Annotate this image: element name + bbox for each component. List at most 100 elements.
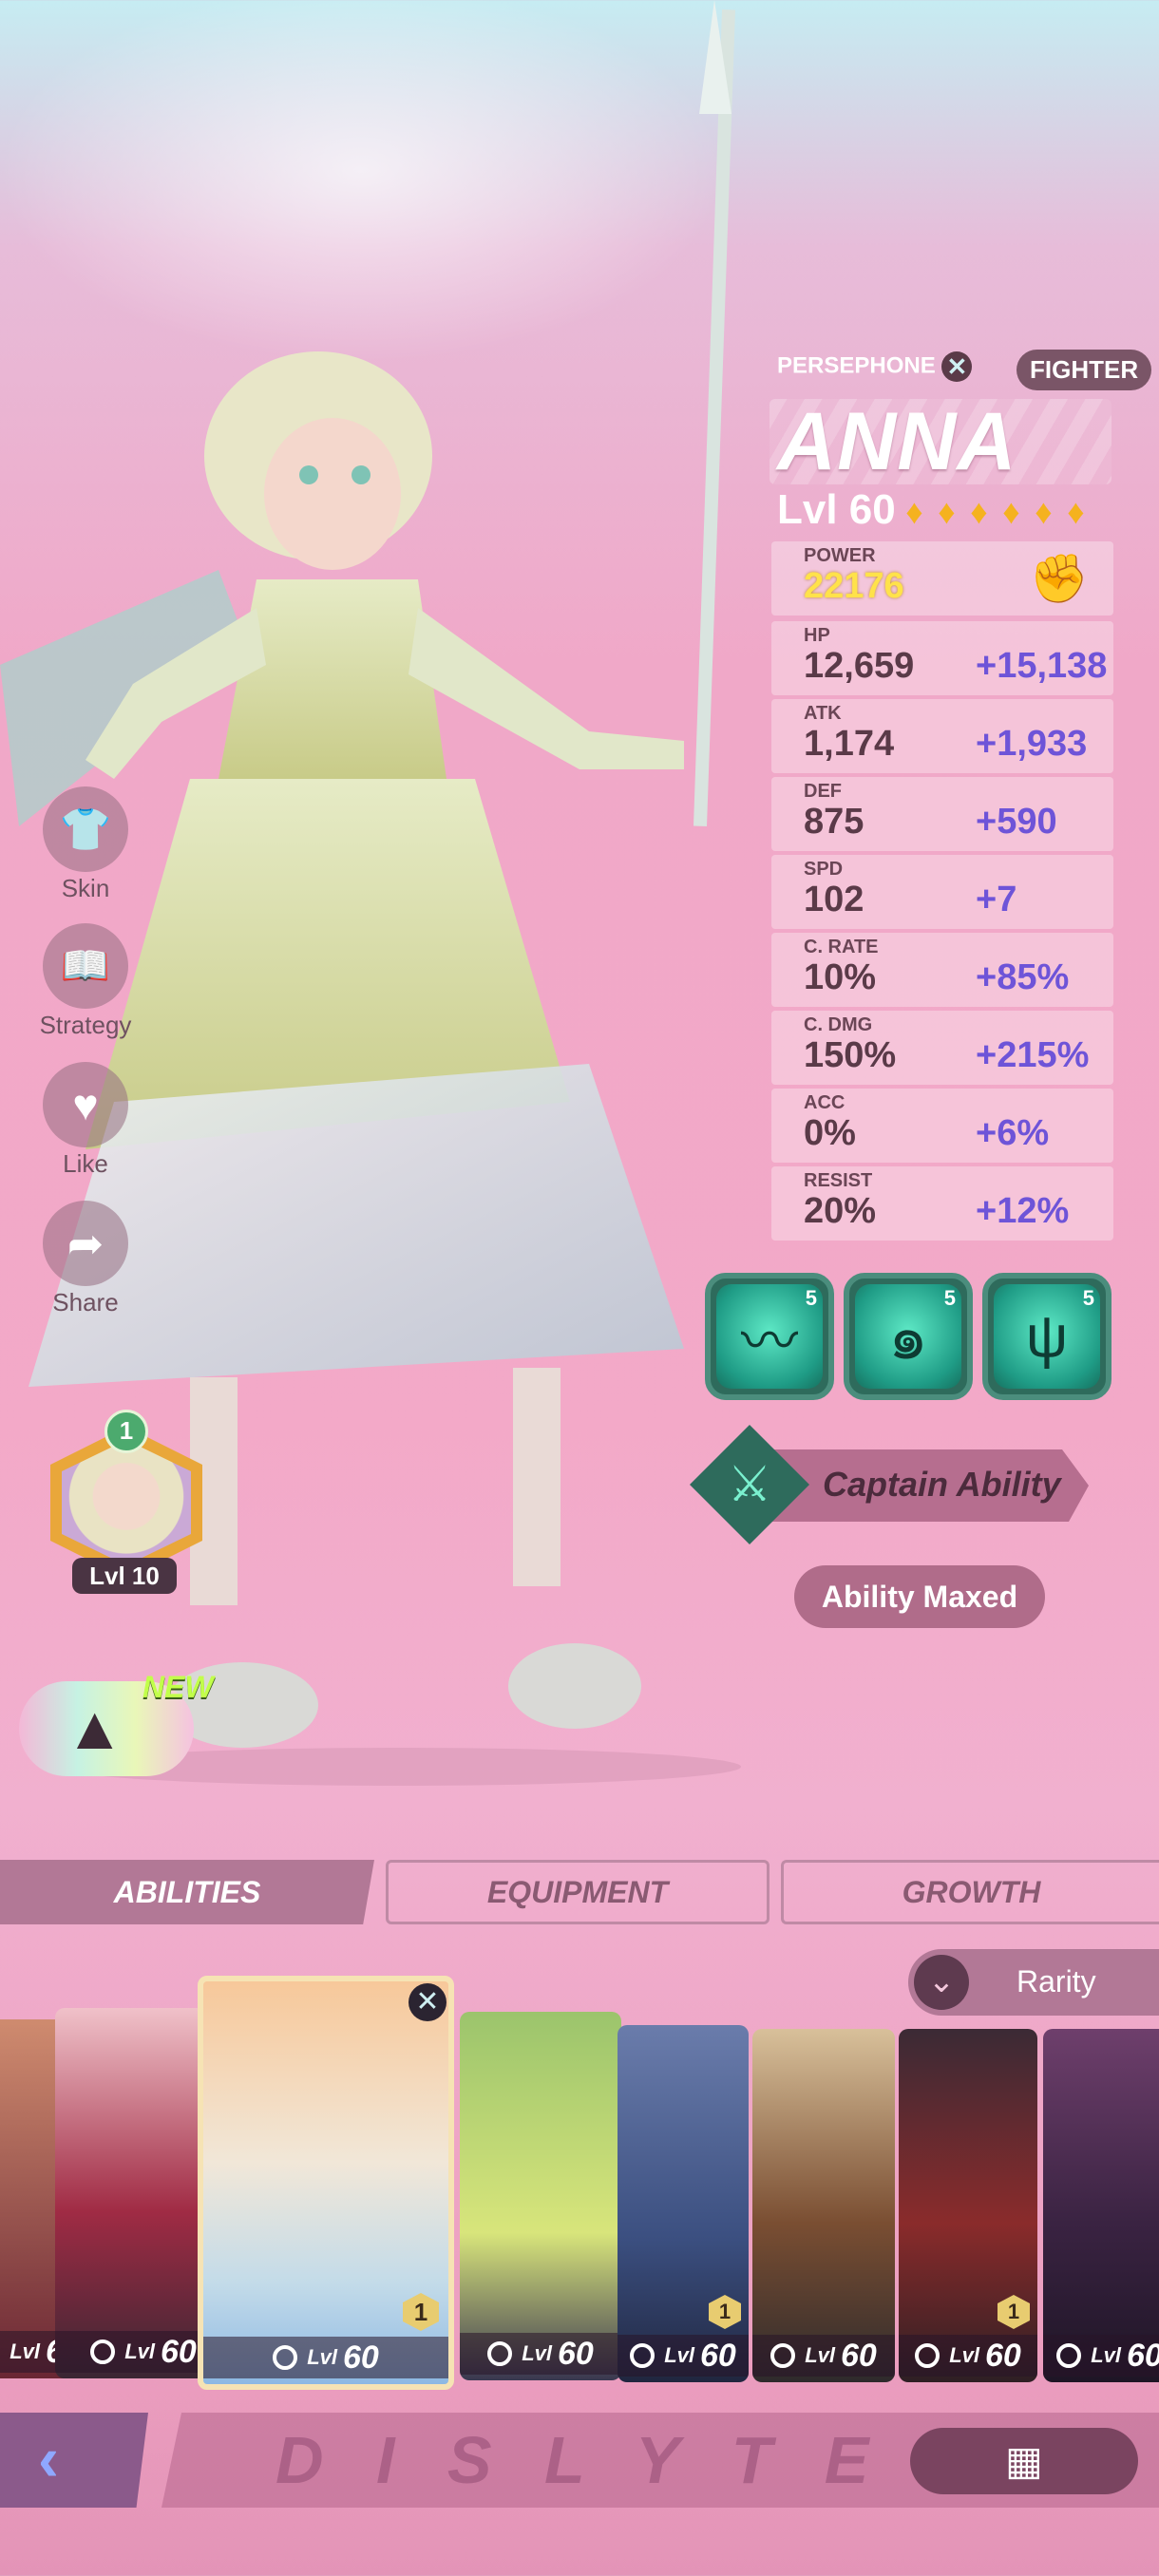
roster-card[interactable]: Lvl60 <box>1043 2029 1159 2382</box>
stat-row-hp: HP 12,659 +15,138 <box>771 621 1113 695</box>
tab-equipment[interactable]: EQUIPMENT <box>386 1860 770 1924</box>
stat-bonus: +12% <box>976 1191 1070 1231</box>
gear-icon <box>630 2343 656 2368</box>
sword-icon: ⚔ <box>690 1425 809 1544</box>
tab-growth[interactable]: GROWTH <box>781 1860 1159 1924</box>
gear-icon <box>1056 2343 1082 2368</box>
stat-bonus: +6% <box>976 1113 1050 1153</box>
back-button[interactable]: ‹ <box>0 2413 148 2508</box>
stat-base: 1,174 <box>804 724 895 764</box>
level-prefix: Lvl <box>522 2341 552 2365</box>
stat-label: ATK <box>804 703 842 724</box>
hero-name: ANNA <box>777 396 1017 487</box>
strategy-button[interactable]: 📖 Strategy <box>38 923 133 1040</box>
stat-row-crit-dmg: C. DMG 150% +215% <box>771 1011 1113 1085</box>
card-level: 60 <box>840 2337 877 2374</box>
stat-bonus: +1,933 <box>976 724 1088 764</box>
gear-icon <box>90 2339 116 2364</box>
companion-badge: 1 <box>104 1410 148 1453</box>
star-icon: ♦ <box>938 492 956 531</box>
skill-level: 5 <box>943 1286 956 1310</box>
roster-card[interactable]: Lvl60 <box>752 2029 895 2382</box>
gear-icon <box>915 2343 940 2368</box>
shirt-icon: 👕 <box>43 786 128 872</box>
card-level: 60 <box>160 2333 197 2370</box>
stat-label: HP <box>804 625 830 646</box>
hero-roster: Lvl60 Lvl60 ✕ 1 Lvl60 Lvl60 1 Lvl60 Lvl6… <box>0 1976 1159 2394</box>
card-level: 60 <box>1126 2337 1159 2374</box>
hero-level-row: Lvl 60 ♦ ♦ ♦ ♦ ♦ ♦ <box>777 486 1099 534</box>
card-rank-badge: 1 <box>403 2293 439 2331</box>
card-rank-badge: 1 <box>998 2295 1030 2329</box>
stat-base: 150% <box>804 1035 897 1075</box>
level-prefix: Lvl <box>664 2343 694 2367</box>
stat-bonus: +215% <box>976 1035 1090 1075</box>
customize-button[interactable]: ▲ NEW <box>0 1670 214 1780</box>
star-icon: ♦ <box>1067 492 1085 531</box>
star-icon: ♦ <box>1035 492 1053 531</box>
grid-view-button[interactable]: ▦ <box>910 2428 1138 2494</box>
roster-card[interactable]: 1 Lvl 60 <box>899 2029 1037 2382</box>
faction-icon: ✕ <box>941 351 973 382</box>
stat-row-spd: SPD 102 +7 <box>771 855 1113 929</box>
game-logo: D I S L Y T E <box>276 2423 886 2497</box>
star-icon: ♦ <box>970 492 988 531</box>
share-button[interactable]: ➦ Share <box>38 1201 133 1317</box>
stat-base: 12,659 <box>804 646 915 686</box>
companion-level: Lvl 10 <box>72 1558 177 1594</box>
skill-3-button[interactable]: ψ 5 <box>982 1273 1112 1400</box>
stat-label: C. RATE <box>804 937 879 957</box>
stat-row-def: DEF 875 +590 <box>771 777 1113 851</box>
card-rank-badge: 1 <box>709 2295 741 2329</box>
stat-base: 10% <box>804 957 877 997</box>
like-label: Like <box>63 1149 108 1178</box>
gemini-badge: ✕ <box>408 1983 446 2021</box>
card-level: 60 <box>984 2337 1021 2374</box>
tab-abilities[interactable]: ABILITIES <box>0 1860 374 1924</box>
stat-label: RESIST <box>804 1170 873 1191</box>
skill-1-button[interactable]: 〰 5 <box>705 1273 834 1400</box>
stat-label: SPD <box>804 859 844 880</box>
stat-row-acc: ACC 0% +6% <box>771 1089 1113 1163</box>
ability-maxed-badge: Ability Maxed <box>794 1565 1045 1628</box>
power-row: POWER 22176 ✊ <box>771 541 1113 616</box>
heart-icon: ♥ <box>43 1062 128 1147</box>
hood-icon: ▲ <box>65 1694 125 1762</box>
stat-bonus: +15,138 <box>976 646 1108 686</box>
card-level: 60 <box>557 2335 594 2372</box>
level-prefix: Lvl <box>10 2339 40 2363</box>
companion-portrait[interactable]: 1 Lvl 10 <box>46 1410 207 1596</box>
stat-base: 875 <box>804 802 864 842</box>
like-button[interactable]: ♥ Like <box>38 1062 133 1179</box>
roster-card[interactable]: 1 Lvl 60 <box>618 2025 749 2382</box>
share-icon: ➦ <box>43 1201 128 1286</box>
roster-card-selected[interactable]: ✕ 1 Lvl 60 <box>198 1976 454 2390</box>
stat-label: ACC <box>804 1092 846 1113</box>
book-icon: 📖 <box>43 923 128 1009</box>
skill-2-button[interactable]: ๑ 5 <box>844 1273 973 1400</box>
stat-label: DEF <box>804 781 842 802</box>
stat-base: 0% <box>804 1113 856 1153</box>
level-prefix: Lvl <box>949 2343 979 2367</box>
captain-ability-label: Captain Ability <box>823 1465 1061 1504</box>
stat-row-atk: ATK 1,174 +1,933 <box>771 699 1113 773</box>
stat-base: 20% <box>804 1191 877 1231</box>
roster-card[interactable]: Lvl60 <box>460 2012 621 2380</box>
faction-name: PERSEPHONE <box>777 352 936 379</box>
fist-icon: ✊ <box>1029 552 1089 605</box>
stat-base: 102 <box>804 880 864 919</box>
new-badge: NEW <box>142 1670 214 1704</box>
captain-ability-button[interactable]: ⚔ Captain Ability <box>690 1425 1108 1544</box>
stat-bonus: +85% <box>976 957 1070 997</box>
star-icon: ♦ <box>1002 492 1020 531</box>
stat-row-crit-rate: C. RATE 10% +85% <box>771 933 1113 1007</box>
gear-icon <box>770 2343 796 2368</box>
stat-bonus: +590 <box>976 802 1057 842</box>
skin-button[interactable]: 👕 Skin <box>38 786 133 903</box>
card-level: 60 <box>342 2339 379 2376</box>
card-level: 60 <box>699 2337 736 2374</box>
strategy-label: Strategy <box>39 1011 132 1039</box>
star-rating: ♦ ♦ ♦ ♦ ♦ ♦ <box>905 495 1099 529</box>
star-icon: ♦ <box>905 492 923 531</box>
power-value: 22176 <box>804 566 904 606</box>
